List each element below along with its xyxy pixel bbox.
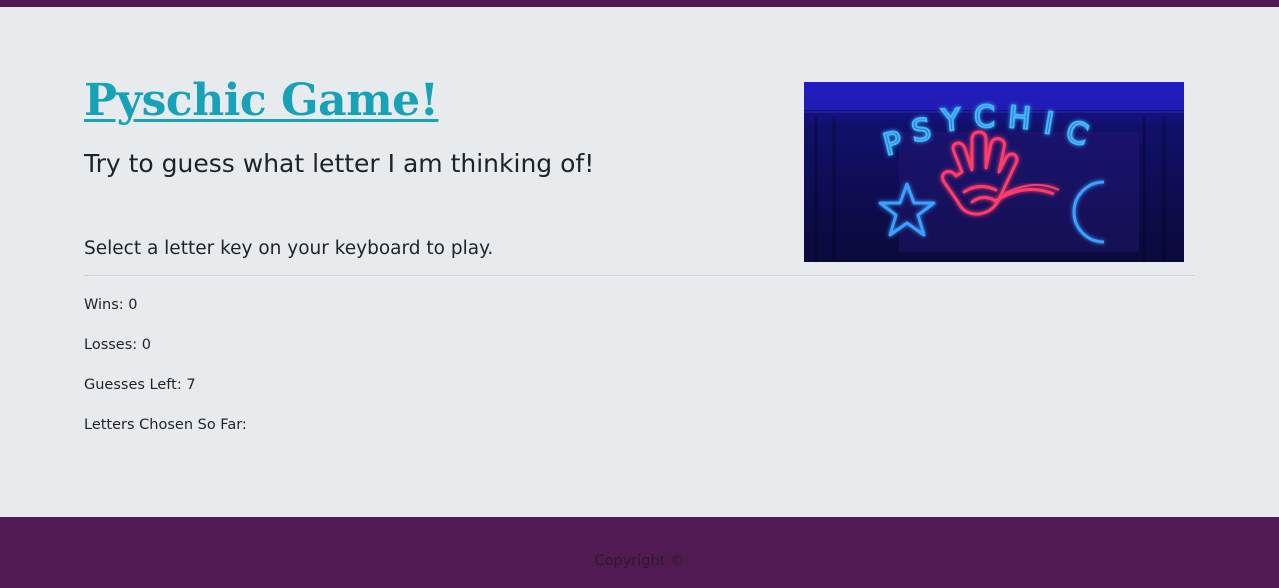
- page-footer: Copyright ©: [0, 517, 1279, 588]
- svg-text:Y: Y: [940, 103, 962, 139]
- svg-text:H: H: [1007, 100, 1033, 137]
- losses-counter: Losses: 0: [84, 337, 151, 353]
- page-subtitle: Try to guess what letter I am thinking o…: [84, 149, 595, 178]
- copyright-text: Copyright ©: [594, 553, 685, 569]
- svg-text:C: C: [974, 100, 995, 135]
- guesses-left-counter: Guesses Left: 7: [84, 377, 196, 393]
- top-accent-bar: [0, 0, 1279, 7]
- psychic-neon-image: P S Y C H I C: [804, 82, 1184, 262]
- letters-chosen-list: Letters Chosen So Far:: [84, 417, 247, 433]
- page-title[interactable]: Pyschic Game!: [84, 74, 439, 128]
- header-divider: [84, 275, 1195, 276]
- play-instruction: Select a letter key on your keyboard to …: [84, 238, 494, 259]
- game-header: Pyschic Game! Try to guess what letter I…: [84, 60, 1195, 276]
- wins-counter: Wins: 0: [84, 297, 138, 313]
